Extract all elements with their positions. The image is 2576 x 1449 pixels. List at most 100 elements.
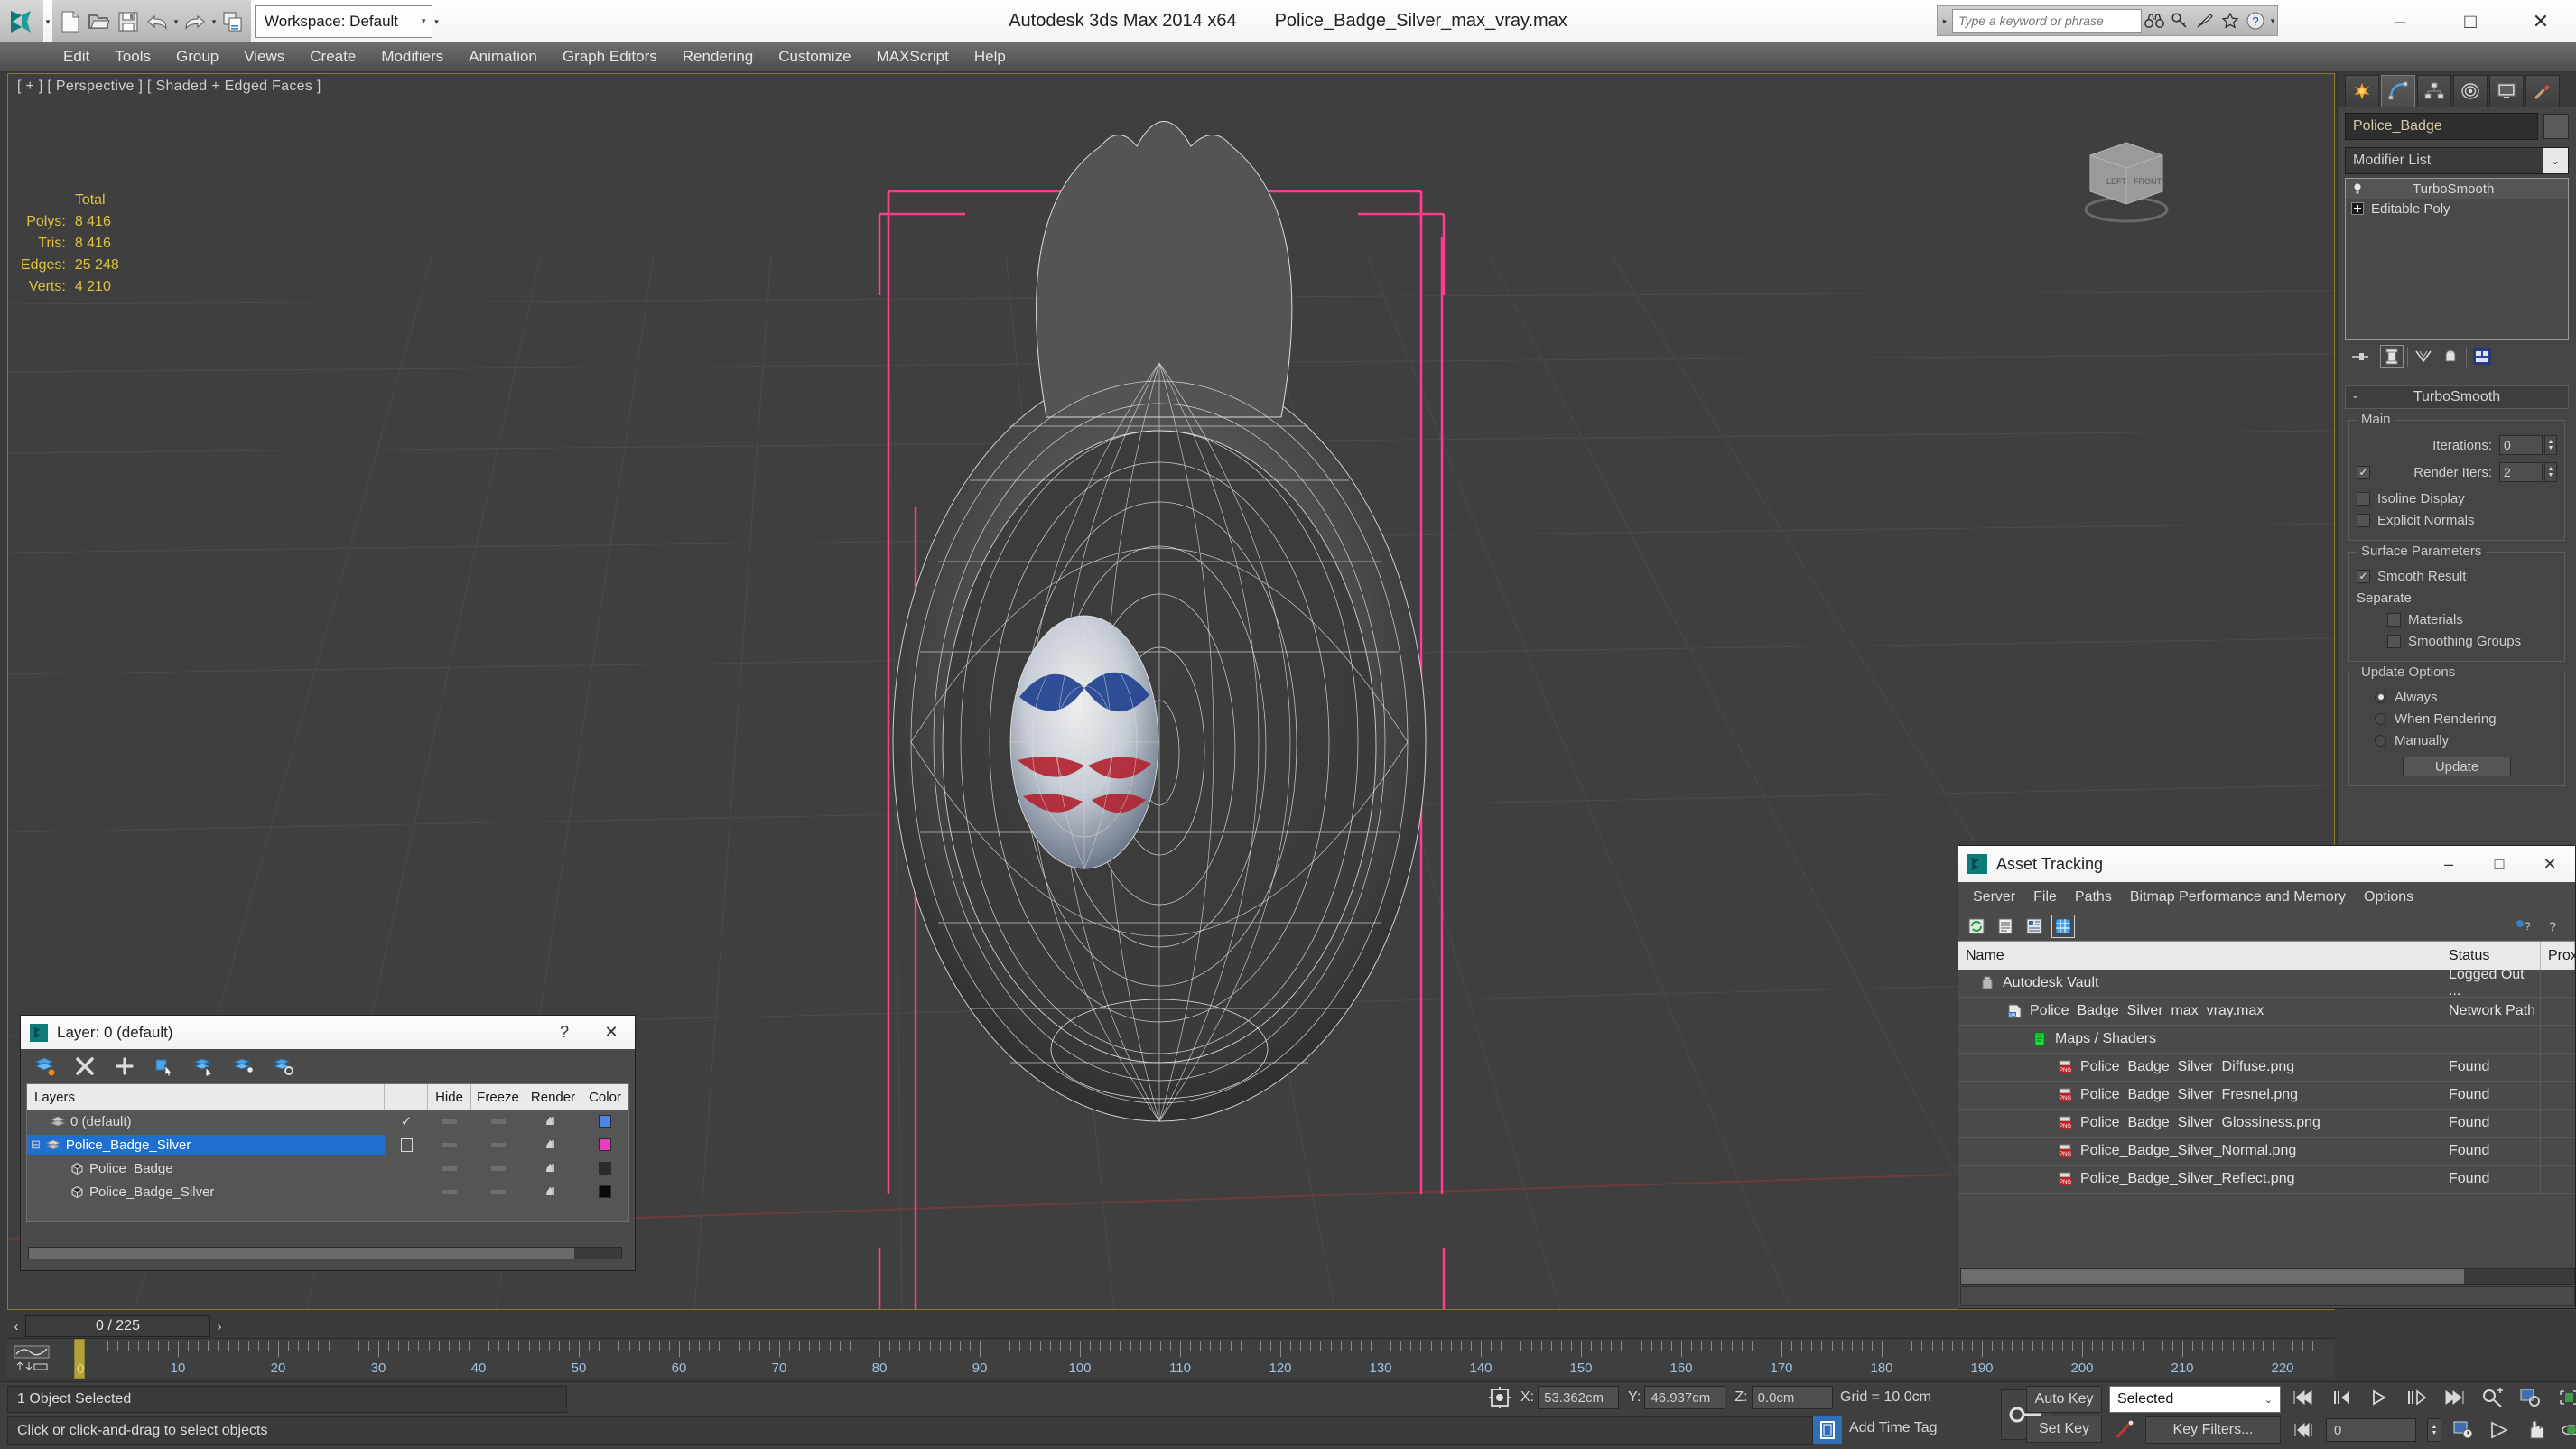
motion-tab[interactable] [2453,75,2488,107]
menu-item-graph-editors[interactable]: Graph Editors [550,44,670,70]
close-button[interactable]: ✕ [2506,0,2576,42]
create-new-layer-icon[interactable] [33,1054,57,1078]
absolute-mode-toggle-icon[interactable] [1488,1386,1511,1409]
time-slider[interactable]: ‹ 0 / 225 › [7,1314,2335,1338]
table-row[interactable]: Autodesk Vault Logged Out ... [1958,967,2575,999]
object-freeze-toggle[interactable] [471,1189,525,1194]
show-end-result-icon[interactable] [2380,345,2404,368]
always-radio[interactable] [2375,691,2386,703]
isoline-display-checkbox[interactable] [2357,491,2370,506]
select-highlighted-objects-icon[interactable] [192,1054,216,1078]
modifier-stack[interactable]: TurboSmooth Editable Poly [2345,178,2569,340]
layer-render-toggle[interactable] [525,1138,581,1152]
object-color-swatch[interactable] [581,1162,628,1175]
make-unique-icon[interactable] [2412,345,2435,368]
new-file-icon[interactable] [56,4,85,40]
menu-item-rendering[interactable]: Rendering [670,44,766,70]
open-file-icon[interactable] [85,4,114,40]
layer-freeze-toggle[interactable] [471,1119,525,1124]
list-item[interactable]: Police_Badge [27,1156,628,1180]
update-option-manually[interactable]: Manually [2357,729,2557,751]
turbosmooth-rollout-header[interactable]: - TurboSmooth [2345,385,2569,409]
coord-z-value[interactable]: 0.0cm [1751,1386,1833,1409]
menu-item-help[interactable]: Help [962,44,1018,70]
set-key-filters-icon[interactable] [2109,1416,2140,1444]
workspace-caret-icon[interactable]: ▾ [422,16,426,26]
qat-overflow-caret-icon[interactable]: ▾ [432,4,442,40]
asset-menu-server[interactable]: Server [1964,887,2024,908]
asset-menu-options[interactable]: Options [2355,887,2423,908]
table-row[interactable]: PNG Police_Badge_Silver_Diffuse.png Foun… [1958,1054,2575,1082]
iterations-field[interactable]: 0 [2499,435,2543,455]
asset-column-status[interactable]: Status [2441,942,2541,970]
layer-render-toggle[interactable] [525,1114,581,1129]
highlight-selected-objects-icon[interactable] [232,1054,256,1078]
binoculars-icon[interactable] [2142,7,2167,34]
help-new-icon[interactable]: ? [2512,915,2534,937]
project-folder-icon[interactable] [219,4,247,40]
pan-view-icon[interactable] [2523,1418,2550,1442]
smoothing-groups-checkbox[interactable] [2387,634,2401,648]
star-icon[interactable] [2218,7,2243,34]
menu-item-create[interactable]: Create [297,44,368,70]
next-frame-arrow-icon[interactable]: › [210,1319,228,1334]
app-menu-caret-icon[interactable]: ▾ [43,4,52,40]
refresh-icon[interactable] [1966,915,1987,937]
layer-column-color[interactable]: Color [581,1084,628,1110]
scrollbar-thumb[interactable] [29,1248,574,1259]
play-animation-icon[interactable] [2366,1386,2393,1409]
update-option-always[interactable]: Always [2357,686,2557,708]
coord-x-value[interactable]: 53.362cm [1538,1386,1620,1409]
layer-column-hide[interactable]: Hide [428,1084,471,1110]
list-item[interactable]: Police_Badge_Silver [27,1180,628,1203]
frame-spinner[interactable]: ▲ ▼ [2427,1418,2441,1442]
smooth-result-row[interactable]: ✓ Smooth Result [2357,565,2557,587]
table-row[interactable]: PNG Police_Badge_Silver_Glossiness.png F… [1958,1110,2575,1138]
manually-radio[interactable] [2375,734,2386,747]
object-color-swatch[interactable] [581,1185,628,1198]
when-rendering-radio[interactable] [2375,712,2386,725]
viewcube[interactable]: LEFT FRONT [2072,128,2181,228]
add-time-tag-button[interactable]: Add Time Tag [1849,1420,1938,1436]
menu-item-views[interactable]: Views [231,44,297,70]
create-tab[interactable] [2345,75,2379,107]
menu-item-modifiers[interactable]: Modifiers [368,44,456,70]
field-of-view-icon[interactable] [2487,1418,2514,1442]
layer-column-freeze[interactable]: Freeze [471,1084,525,1110]
render-iters-spinner[interactable]: ▲ ▼ [2544,462,2557,482]
redo-caret-icon[interactable]: ▾ [209,4,219,40]
asset-minimize-button[interactable]: – [2423,846,2474,882]
materials-checkbox[interactable] [2387,612,2401,627]
scrollbar-thumb[interactable] [1961,1269,2464,1284]
smooth-result-checkbox[interactable]: ✓ [2357,569,2370,583]
list-item[interactable]: 0 (default) ✓ [27,1110,628,1133]
time-configuration-icon[interactable] [2450,1418,2478,1442]
zoom-region-icon[interactable] [2517,1386,2544,1409]
add-layer-icon[interactable] [113,1054,136,1078]
search-input[interactable] [1952,9,2142,33]
search-expand-arrow-icon[interactable]: ▸ [1938,16,1952,26]
render-iters-field[interactable]: 2 [2499,462,2543,482]
layer-horizontal-scrollbar[interactable] [28,1247,622,1259]
asset-menu-paths[interactable]: Paths [2066,887,2121,908]
asset-menu-bitmap-performance[interactable]: Bitmap Performance and Memory [2121,887,2355,908]
undo-icon[interactable] [143,4,172,40]
menu-item-maxscript[interactable]: MAXScript [864,44,962,70]
configure-sets-icon[interactable] [2470,345,2494,368]
current-frame-display[interactable]: 0 / 225 [25,1315,210,1337]
materials-row[interactable]: Materials [2357,608,2557,630]
save-icon[interactable] [114,4,143,40]
explicit-normals-checkbox[interactable] [2357,513,2370,527]
undo-caret-icon[interactable]: ▾ [172,4,181,40]
coord-z[interactable]: Z: 0.0cm [1734,1386,1833,1409]
layer-color-swatch[interactable] [581,1115,628,1128]
layer-column-render[interactable]: Render [525,1084,581,1110]
current-frame-field[interactable]: 0 [2326,1418,2416,1442]
utilities-tab[interactable] [2525,75,2560,107]
layer-color-swatch[interactable] [581,1138,628,1151]
help-caret-icon[interactable]: ▾ [2268,3,2277,39]
update-option-when-rendering[interactable]: When Rendering [2357,708,2557,729]
coord-y-value[interactable]: 46.937cm [1644,1386,1726,1409]
viewport-label[interactable]: [ + ] [ Perspective ] [ Shaded + Edged F… [17,79,321,95]
modifier-stack-item-editable-poly[interactable]: Editable Poly [2346,199,2568,218]
